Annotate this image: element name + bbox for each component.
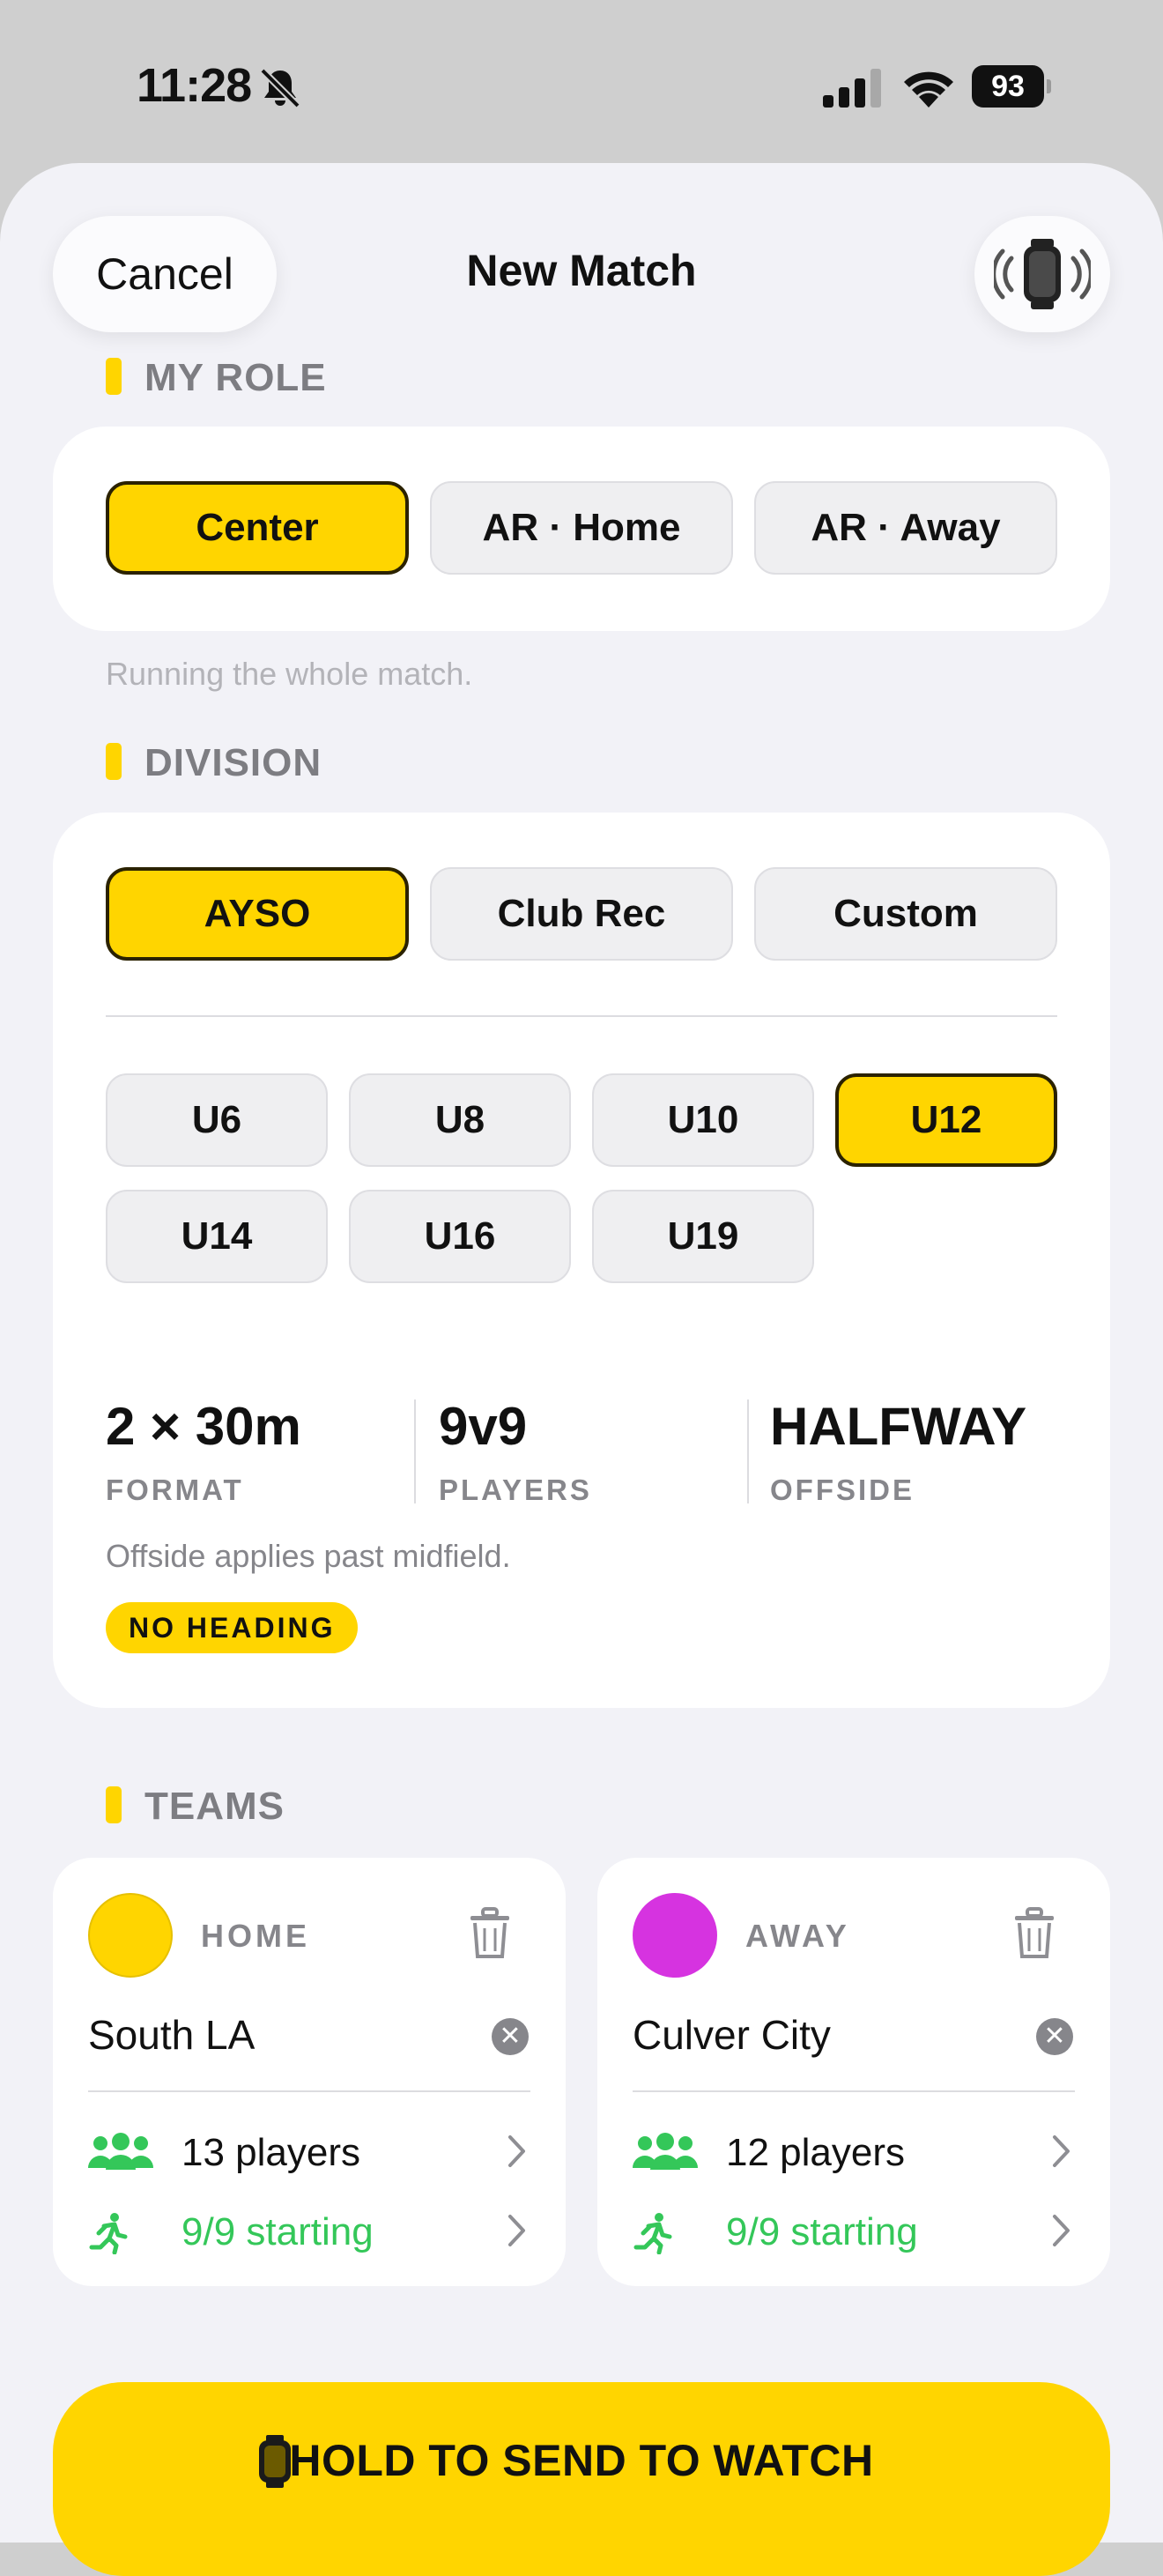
stat-separator: [747, 1399, 749, 1503]
status-bar: 11:28 93: [0, 0, 1163, 167]
away-team-label: AWAY: [745, 1918, 850, 1954]
home-team-card: HOME South LA ✕ 13 players 9/9 starting: [53, 1858, 566, 2286]
age-option-u12[interactable]: U12: [835, 1073, 1057, 1167]
offside-value: HALFWAY: [770, 1397, 1027, 1456]
home-team-label: HOME: [201, 1918, 310, 1954]
away-team-name-input[interactable]: Culver City: [633, 2011, 831, 2059]
running-figure-icon: [633, 2213, 672, 2254]
battery-icon: 93: [972, 65, 1051, 108]
chevron-right-icon: [1053, 2135, 1070, 2167]
people-icon: [88, 2133, 153, 2170]
clear-icon[interactable]: ✕: [1036, 2018, 1073, 2055]
send-to-watch-button[interactable]: HOLD TO SEND TO WATCH: [53, 2382, 1110, 2576]
trash-icon[interactable]: [467, 1907, 513, 1960]
format-value: 2 × 30m: [106, 1397, 301, 1456]
divider: [106, 1015, 1057, 1017]
age-option-u6[interactable]: U6: [106, 1073, 328, 1167]
bell-slash-icon: [260, 68, 300, 108]
role-card: Center AR · Home AR · Away: [53, 427, 1110, 631]
section-label-division: DIVISION: [144, 741, 322, 784]
role-option-center[interactable]: Center: [106, 481, 409, 575]
away-starting-row[interactable]: 9/9 starting: [633, 2207, 1075, 2260]
home-starting-row[interactable]: 9/9 starting: [88, 2207, 530, 2260]
apple-watch-icon: [994, 239, 1091, 309]
clear-icon[interactable]: ✕: [492, 2018, 529, 2055]
home-players-row[interactable]: 13 players: [88, 2127, 530, 2180]
chevron-right-icon: [508, 2215, 525, 2246]
away-players-count: 12 players: [726, 2131, 906, 2174]
league-option-club-rec[interactable]: Club Rec: [430, 867, 733, 961]
home-color-swatch[interactable]: [88, 1893, 173, 1978]
players-value: 9v9: [439, 1397, 528, 1456]
away-players-row[interactable]: 12 players: [633, 2127, 1075, 2180]
age-option-u14[interactable]: U14: [106, 1190, 328, 1283]
role-option-ar-away[interactable]: AR · Away: [754, 481, 1057, 575]
chevron-right-icon: [508, 2135, 525, 2167]
players-label: PLAYERS: [439, 1474, 592, 1506]
home-players-count: 13 players: [181, 2131, 361, 2174]
away-color-swatch[interactable]: [633, 1893, 717, 1978]
chevron-right-icon: [1053, 2215, 1070, 2246]
age-option-u16[interactable]: U16: [349, 1190, 571, 1283]
offside-label: OFFSIDE: [770, 1474, 915, 1506]
people-icon: [633, 2133, 698, 2170]
league-option-custom[interactable]: Custom: [754, 867, 1057, 961]
watch-connect-button[interactable]: [974, 216, 1110, 332]
running-figure-icon: [89, 2213, 128, 2254]
age-option-u8[interactable]: U8: [349, 1073, 571, 1167]
trash-icon[interactable]: [1011, 1907, 1057, 1960]
status-time: 11:28: [137, 59, 252, 112]
home-team-name-input[interactable]: South LA: [88, 2011, 255, 2059]
divider: [88, 2090, 530, 2092]
format-label: FORMAT: [106, 1474, 244, 1506]
section-label-teams: TEAMS: [144, 1785, 285, 1828]
home-starting-count: 9/9 starting: [181, 2210, 374, 2253]
stat-separator: [414, 1399, 416, 1503]
league-option-ayso[interactable]: AYSO: [106, 867, 409, 961]
offside-note: Offside applies past midfield.: [106, 1538, 511, 1574]
role-hint: Running the whole match.: [106, 656, 473, 692]
battery-level: 93: [972, 65, 1044, 108]
away-starting-count: 9/9 starting: [726, 2210, 918, 2253]
divider: [633, 2090, 1075, 2092]
cellular-signal-icon: [823, 69, 881, 108]
section-label-role: MY ROLE: [144, 356, 327, 399]
age-option-u19[interactable]: U19: [592, 1190, 814, 1283]
away-team-card: AWAY Culver City ✕ 12 players 9/9 starti…: [597, 1858, 1110, 2286]
send-to-watch-label: HOLD TO SEND TO WATCH: [289, 2436, 874, 2485]
no-heading-badge: NO HEADING: [106, 1602, 359, 1653]
role-option-ar-home[interactable]: AR · Home: [430, 481, 733, 575]
age-option-u10[interactable]: U10: [592, 1073, 814, 1167]
wifi-icon: [904, 71, 953, 108]
